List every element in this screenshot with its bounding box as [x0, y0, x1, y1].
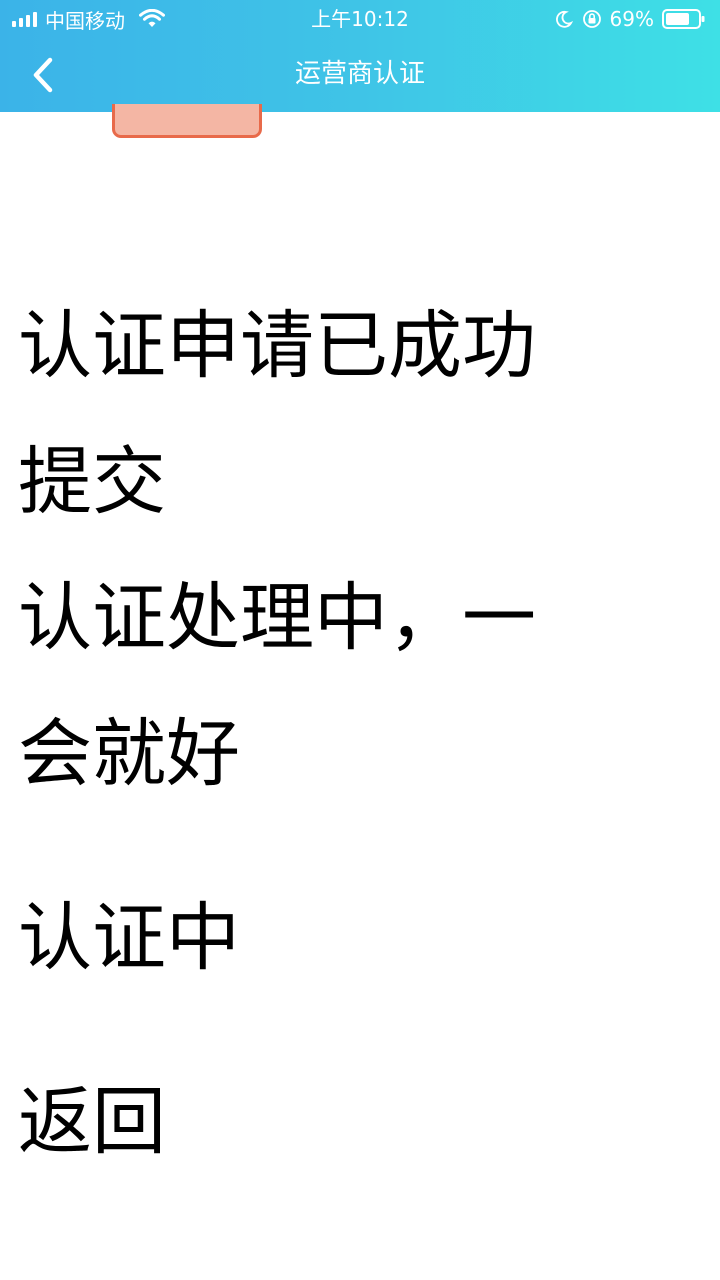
processing-message-line-2: 会就好 — [18, 711, 240, 797]
status-label: 认证中 — [18, 895, 240, 981]
processing-message-line-1: 认证处理中，一 — [18, 575, 536, 661]
partial-image-button[interactable] — [112, 104, 262, 138]
main-content: 认证申请已成功 提交 认证处理中，一 会就好 认证中 返回 — [18, 278, 708, 1190]
success-message-line-1: 认证申请已成功 — [18, 303, 536, 389]
orientation-lock-icon — [582, 10, 601, 28]
navbar: 运营商认证 — [0, 38, 720, 112]
moon-icon — [555, 10, 573, 28]
header: 中国移动 上午10:12 69% 运营商认证 — [0, 0, 720, 112]
return-link[interactable]: 返回 — [18, 1054, 708, 1190]
battery-icon — [662, 9, 705, 29]
status-bar: 中国移动 上午10:12 69% — [0, 0, 720, 38]
page-title: 运营商认证 — [294, 59, 425, 89]
battery-percent: 69% — [609, 7, 654, 31]
success-message-line-2: 提交 — [18, 439, 166, 525]
status-right: 69% — [554, 6, 706, 32]
